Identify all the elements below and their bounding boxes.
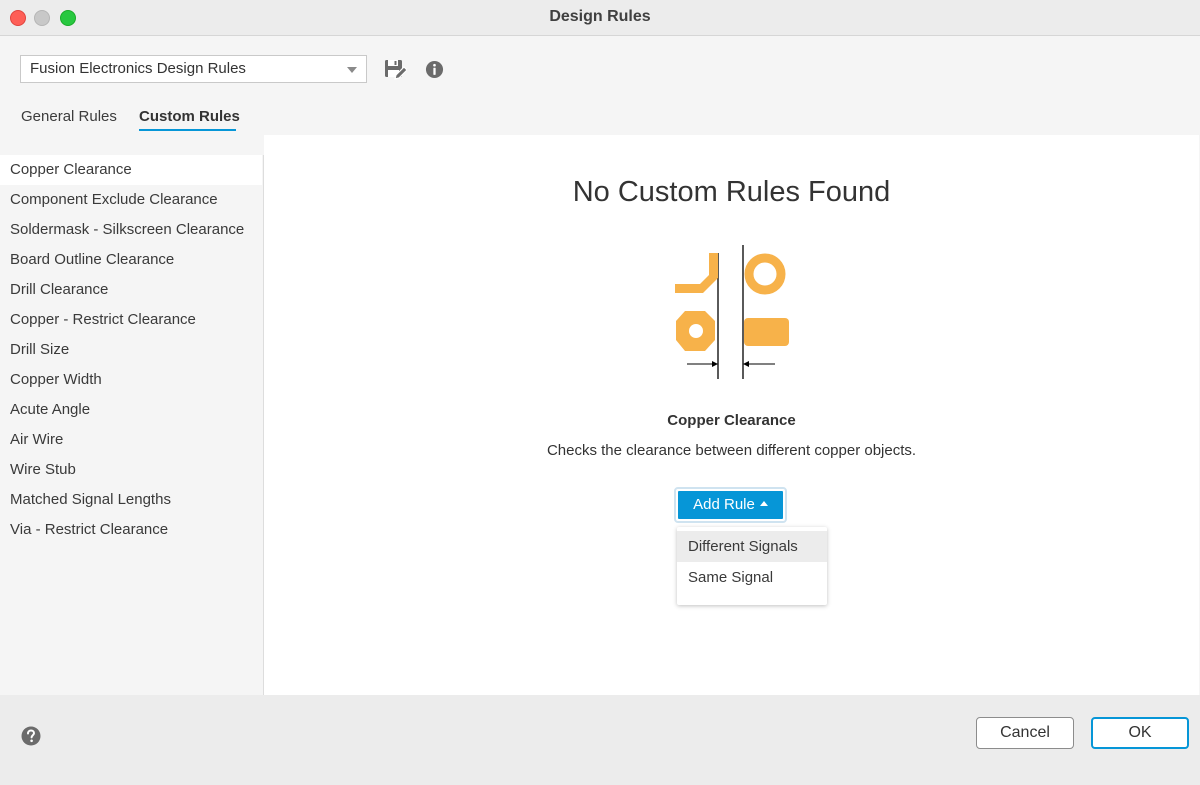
save-edit-icon[interactable] (383, 57, 407, 81)
chevron-down-icon (347, 67, 357, 73)
sidebar-item-air-wire[interactable]: Air Wire (0, 425, 262, 455)
smd-pad-shape (744, 318, 789, 346)
tab-general-rules[interactable]: General Rules (21, 108, 117, 125)
dialog-footer: Cancel OK (0, 695, 1200, 785)
empty-state-heading: No Custom Rules Found (572, 176, 891, 208)
caret-up-icon (759, 501, 768, 506)
sidebar-item-wire-stub[interactable]: Wire Stub (0, 455, 262, 485)
tab-custom-rules[interactable]: Custom Rules (139, 108, 240, 125)
sidebar-item-drill-clearance[interactable]: Drill Clearance (0, 275, 262, 305)
menu-item-same-signal[interactable]: Same Signal (677, 562, 827, 593)
add-rule-dropdown-menu: Different Signals Same Signal (677, 527, 827, 605)
sidebar-item-board-outline-clearance[interactable]: Board Outline Clearance (0, 245, 262, 275)
rule-description: Checks the clearance between different c… (546, 442, 917, 459)
add-rule-label: Add Rule (693, 496, 755, 513)
window-title: Design Rules (549, 8, 651, 25)
sidebar-item-component-exclude-clearance[interactable]: Component Exclude Clearance (0, 185, 262, 215)
sidebar-item-copper-restrict-clearance[interactable]: Copper - Restrict Clearance (0, 305, 262, 335)
custom-rules-panel: No Custom Rules Found Copper Clearance C… (264, 135, 1199, 695)
menu-item-different-signals[interactable]: Different Signals (677, 531, 827, 562)
active-tab-indicator (139, 129, 236, 131)
round-pad-shape (744, 253, 786, 295)
copper-clearance-illustration (675, 245, 789, 379)
add-rule-button[interactable]: Add Rule (678, 491, 783, 519)
sidebar-item-via-restrict-clearance[interactable]: Via - Restrict Clearance (0, 515, 262, 545)
sidebar-item-drill-size[interactable]: Drill Size (0, 335, 262, 365)
rule-category-sidebar: Copper Clearance Component Exclude Clear… (0, 155, 264, 695)
help-icon[interactable] (21, 726, 41, 746)
sidebar-item-soldermask-silkscreen-clearance[interactable]: Soldermask - Silkscreen Clearance (0, 215, 262, 245)
info-icon[interactable] (425, 60, 444, 79)
ok-button[interactable]: OK (1091, 717, 1189, 749)
title-bar: Design Rules (0, 0, 1200, 36)
rule-title: Copper Clearance (667, 412, 796, 429)
sidebar-item-copper-clearance[interactable]: Copper Clearance (0, 155, 262, 185)
cancel-button[interactable]: Cancel (976, 717, 1074, 749)
sidebar-item-copper-width[interactable]: Copper Width (0, 365, 262, 395)
add-rule-focus-ring: Add Rule (674, 487, 787, 523)
sidebar-item-matched-signal-lengths[interactable]: Matched Signal Lengths (0, 485, 262, 515)
design-rules-window: Design Rules Fusion Electronics Design R… (0, 0, 1200, 785)
sidebar-item-acute-angle[interactable]: Acute Angle (0, 395, 262, 425)
design-rules-preset-select[interactable]: Fusion Electronics Design Rules (20, 55, 367, 83)
preset-select-value: Fusion Electronics Design Rules (30, 60, 246, 77)
trace-shape (675, 253, 718, 293)
